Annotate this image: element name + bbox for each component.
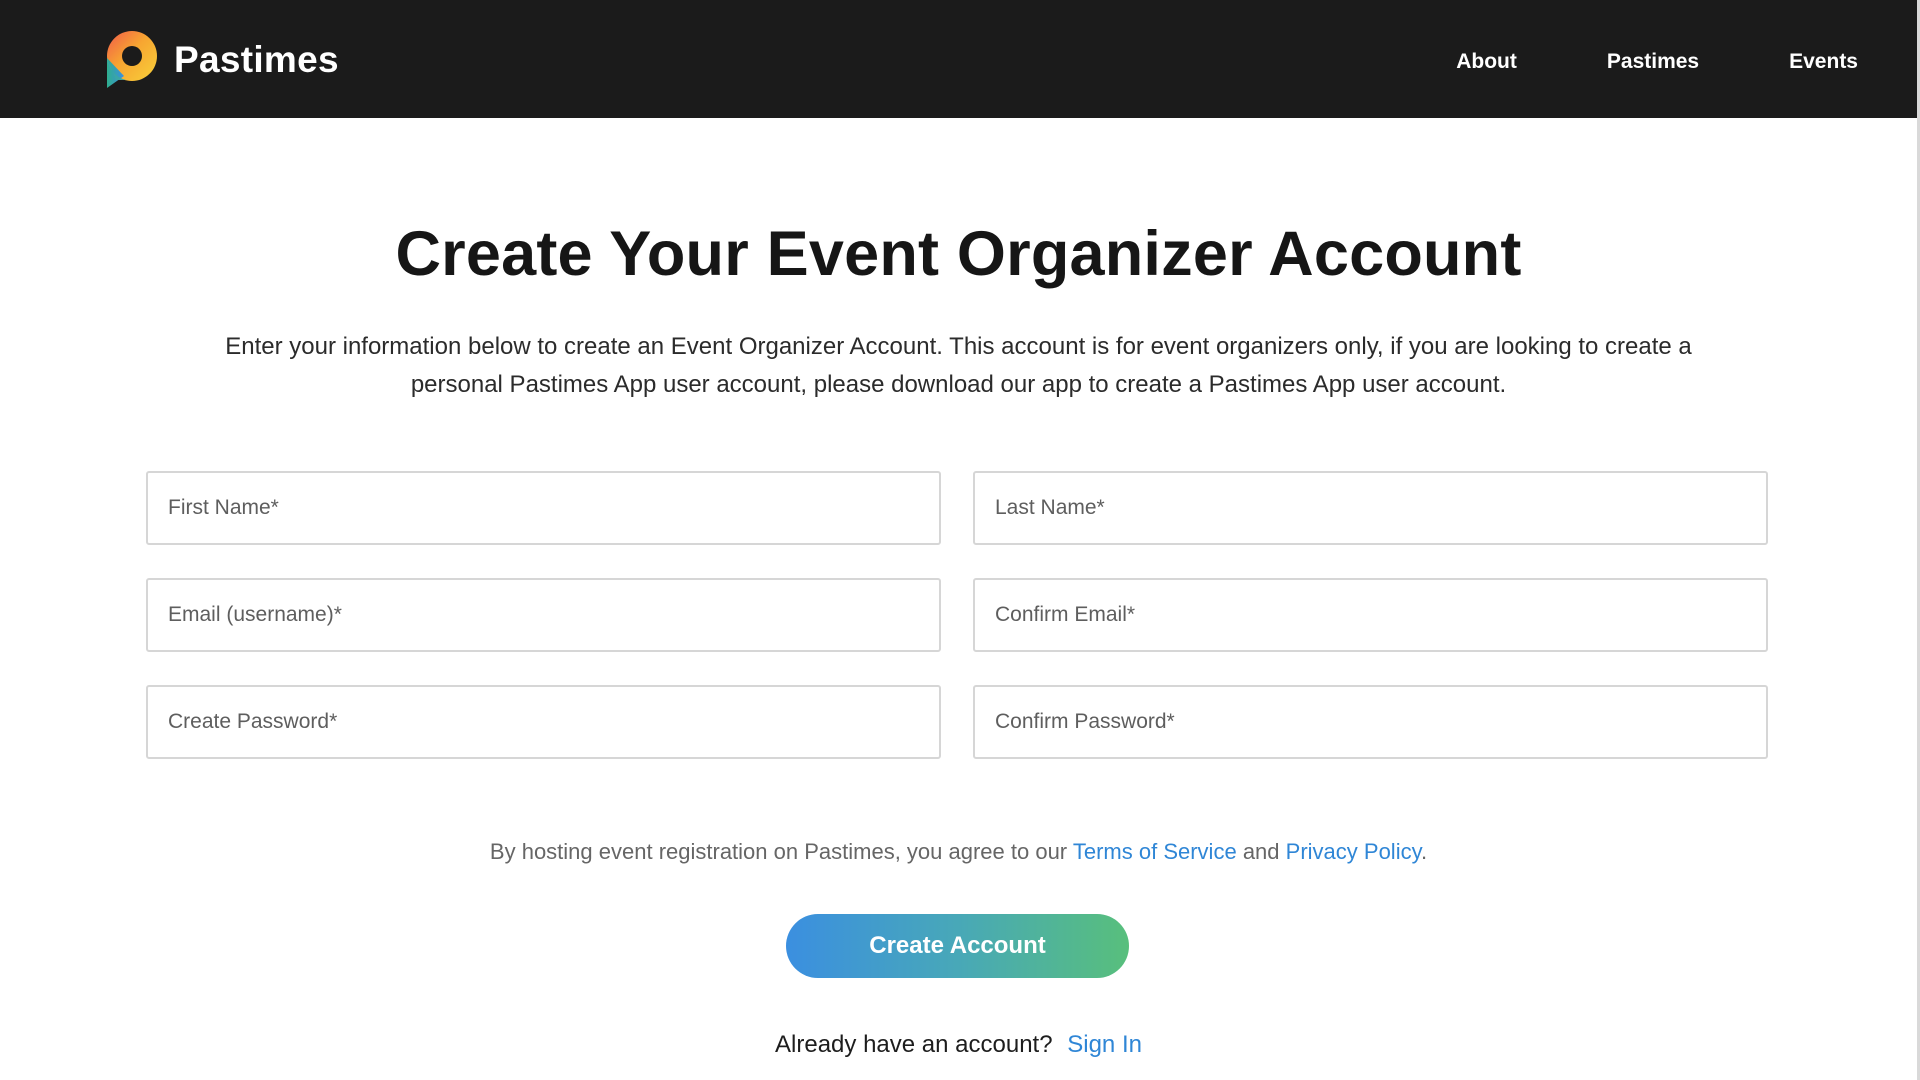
email-field[interactable] xyxy=(146,578,941,652)
terms-suffix: . xyxy=(1420,839,1428,864)
terms-of-service-link[interactable]: Terms of Service xyxy=(1073,839,1237,864)
terms-prefix: By hosting event registration on Pastime… xyxy=(489,839,1068,864)
intro-text: Enter your information below to create a… xyxy=(225,333,1692,398)
confirm-password-field[interactable] xyxy=(973,685,1768,759)
confirm-email-field[interactable] xyxy=(973,578,1768,652)
create-password-field[interactable] xyxy=(146,685,941,759)
terms-notice: By hosting event registration on Pastime… xyxy=(0,839,1917,865)
top-nav-bar: Pastimes About Pastimes Events xyxy=(0,0,1917,118)
page-title: Create Your Event Organizer Account xyxy=(395,219,1522,289)
nav-events[interactable]: Events xyxy=(1789,50,1858,74)
signin-prompt: Already have an account? xyxy=(775,1031,1053,1058)
create-account-button[interactable]: Create Account xyxy=(786,914,1129,978)
privacy-policy-link[interactable]: Privacy Policy xyxy=(1286,839,1421,864)
main-nav: About Pastimes Events xyxy=(1366,50,1858,74)
page: Pastimes About Pastimes Events Create Yo… xyxy=(0,0,1917,1080)
last-name-field[interactable] xyxy=(973,471,1768,545)
brand-name: Pastimes xyxy=(174,39,339,80)
brand-home-link[interactable]: Pastimes xyxy=(104,30,339,90)
first-name-field[interactable] xyxy=(146,471,941,545)
terms-conjunction: and xyxy=(1242,839,1280,864)
nav-pastimes[interactable]: Pastimes xyxy=(1607,50,1699,74)
sign-in-link[interactable]: Sign In xyxy=(1067,1031,1142,1058)
nav-about[interactable]: About xyxy=(1456,50,1517,74)
signin-prompt-row: Already have an account? Sign In xyxy=(0,1031,1917,1059)
pastimes-logo-icon xyxy=(107,31,157,88)
